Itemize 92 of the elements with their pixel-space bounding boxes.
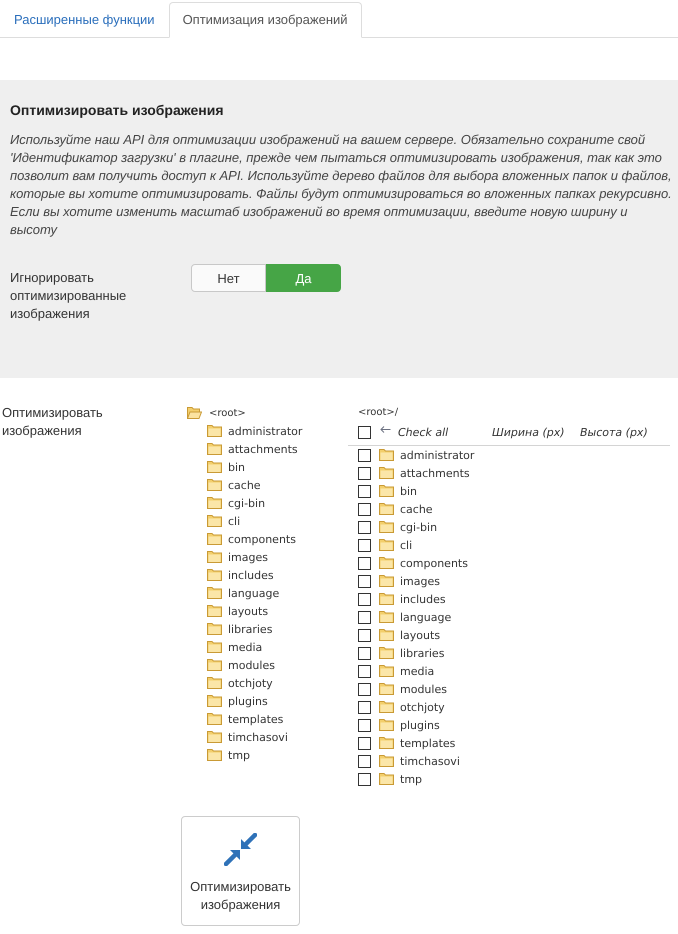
tree-item[interactable]: includes <box>207 566 274 584</box>
checkbox[interactable] <box>358 484 371 498</box>
folder-name: templates <box>400 736 456 750</box>
folder-icon <box>379 575 394 587</box>
tree-item[interactable]: cli <box>207 512 240 530</box>
folder-icon <box>379 467 394 479</box>
path-label: <root>/ <box>358 406 400 420</box>
folder-icon <box>379 449 394 461</box>
tree-item[interactable]: bin <box>207 458 246 476</box>
tree-item[interactable]: components <box>207 530 296 548</box>
folder-icon <box>379 593 394 605</box>
field-label: Оптимизировать изображения <box>2 404 104 440</box>
folder-icon <box>379 557 394 569</box>
tab[interactable]: Оптимизация изображений <box>168 2 362 38</box>
folder-name: images <box>400 574 440 588</box>
tree-item[interactable]: tmp <box>207 746 250 764</box>
column-header: Ширина (px) <box>492 426 566 438</box>
folder-name: otchjoty <box>400 700 445 714</box>
checkbox[interactable] <box>358 610 371 624</box>
folder-icon <box>379 701 394 713</box>
folder-name: media <box>400 664 434 678</box>
tree-item[interactable]: images <box>207 548 268 566</box>
tree-item[interactable]: cache <box>207 476 261 494</box>
tab[interactable]: Расширенные функции <box>0 2 169 38</box>
field-label: Игнорировать оптимизированные изображения <box>10 269 128 323</box>
folder-icon <box>379 647 394 659</box>
folder-name: timchasovi <box>400 754 460 768</box>
checkbox[interactable] <box>358 646 371 660</box>
compress-arrows-icon <box>224 833 257 866</box>
folder-icon <box>379 503 394 515</box>
folder-name: includes <box>400 592 446 606</box>
tree-item[interactable]: <root> <box>187 404 246 422</box>
tree-item[interactable]: otchjoty <box>207 674 273 692</box>
checkbox[interactable] <box>358 754 371 768</box>
tree-item[interactable]: layouts <box>207 602 268 620</box>
checkbox[interactable] <box>358 718 371 732</box>
checkbox[interactable] <box>358 736 371 750</box>
tree-item[interactable]: attachments <box>207 440 298 458</box>
column-header: Высота (px) <box>580 426 649 438</box>
checkbox[interactable] <box>358 538 371 552</box>
folder-icon <box>379 539 394 551</box>
folder-name: cgi-bin <box>400 520 438 534</box>
section-heading: Оптимизировать изображения <box>10 101 225 120</box>
folder-name: bin <box>400 484 418 498</box>
folder-icon <box>379 719 394 731</box>
tree-item[interactable]: modules <box>207 656 275 674</box>
tree-item[interactable]: cgi-bin <box>207 494 266 512</box>
folder-name: attachments <box>400 466 470 480</box>
folder-icon <box>379 773 394 785</box>
optimize-button[interactable]: Оптимизировать изображения <box>181 816 300 926</box>
folder-name: modules <box>400 682 447 696</box>
checkbox[interactable] <box>358 700 371 714</box>
folder-icon <box>379 485 394 497</box>
folder-name: tmp <box>400 772 422 786</box>
tree-item[interactable]: templates <box>207 710 284 728</box>
checkbox[interactable] <box>358 520 371 534</box>
folder-icon <box>379 755 394 767</box>
checkbox[interactable] <box>358 772 371 786</box>
description-text: Используйте наш API для оптимизации изображений на вашем сервере. Обязательно сохраните свой 'Идентификатор загрузки' в плагине, прежде чем пытаться оптимизировать изображения, так как это позволит вам получить доступ к API. Используйте дерево файлов для выбора вложенных папок и файлов, которые вы хотите оптимизировать. Файлы будут оптимизироваться во вложенных папках рекурсивно. Если вы хотите изменить масштаб изображений во время оптимизации, введите новую ширину и высоту <box>10 131 673 239</box>
folder-icon <box>379 629 394 641</box>
check-all-link[interactable]: Check all <box>398 426 492 438</box>
checkbox[interactable] <box>358 664 371 678</box>
checkbox[interactable] <box>358 628 371 642</box>
folder-icon <box>379 611 394 623</box>
folder-icon <box>379 521 394 533</box>
folder-name: cli <box>400 538 412 552</box>
toggle-option[interactable]: Нет <box>191 264 266 292</box>
folder-icon <box>379 737 394 749</box>
tree-item[interactable]: timchasovi <box>207 728 288 746</box>
left-arrow-icon <box>380 426 391 432</box>
folder-name: plugins <box>400 718 440 732</box>
checkbox[interactable] <box>358 574 371 588</box>
folder-icon <box>379 665 394 677</box>
checkbox[interactable] <box>358 682 371 696</box>
folder-name: components <box>400 556 468 570</box>
folder-name: administrator <box>400 448 474 462</box>
folder-name: language <box>400 610 452 624</box>
checkbox[interactable] <box>358 466 371 480</box>
checkbox[interactable] <box>358 592 371 606</box>
tree-item[interactable]: administrator <box>207 422 302 440</box>
checkbox[interactable] <box>358 448 371 462</box>
checkbox[interactable] <box>358 556 371 570</box>
tree-item[interactable]: libraries <box>207 620 272 638</box>
folder-icon <box>379 683 394 695</box>
tree-item[interactable]: media <box>207 638 262 656</box>
folder-name: cache <box>400 502 433 516</box>
folder-name: layouts <box>400 628 440 642</box>
folder-name: libraries <box>400 646 444 660</box>
checkbox[interactable] <box>358 502 371 516</box>
checkbox[interactable] <box>358 426 371 438</box>
tree-item[interactable]: language <box>207 584 280 602</box>
tree-item[interactable]: plugins <box>207 692 268 710</box>
